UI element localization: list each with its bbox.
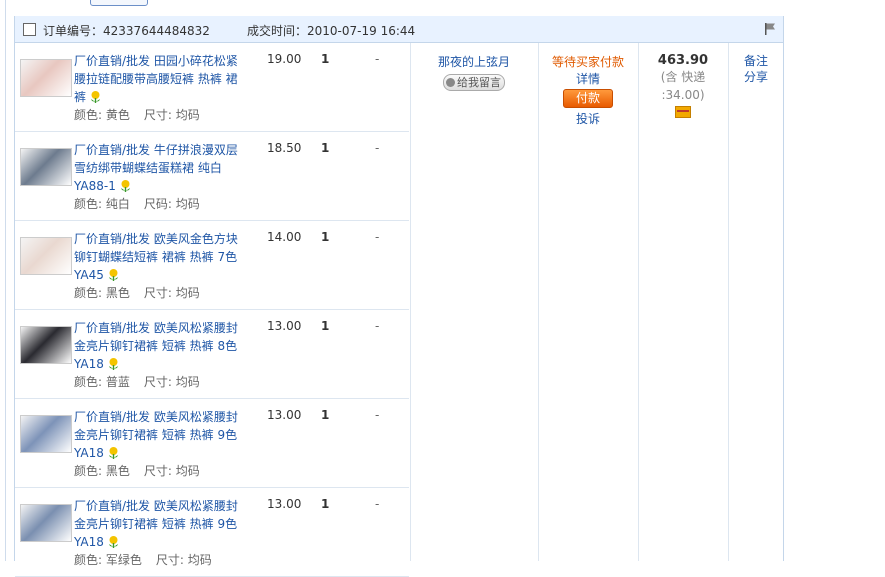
product-title-link[interactable]: 厂价直销/批发 欧美风松紧腰封金亮片铆钉裙裤 短裤 热裤 9色YA18 bbox=[74, 408, 244, 462]
product-title-link[interactable]: 厂价直销/批发 欧美风松紧腰封金亮片铆钉裙裤 短裤 热裤 8色YA18 bbox=[74, 319, 244, 373]
leave-message-button[interactable]: 给我留言 bbox=[443, 74, 505, 91]
order-select-checkbox[interactable] bbox=[23, 23, 36, 36]
flower-icon bbox=[108, 269, 118, 281]
shipping-fee-line2: :34.00) bbox=[661, 88, 705, 102]
product-attributes: 颜色: 黑色 尺寸: 均码 bbox=[74, 464, 200, 478]
unit-price: 19.00 bbox=[267, 52, 302, 66]
quantity: 1 bbox=[321, 319, 330, 333]
product-attributes: 颜色: 军绿色 尺寸: 均码 bbox=[74, 553, 212, 567]
order-time: 成交时间：2010-07-19 16:44 bbox=[247, 24, 416, 38]
buyer-name-link[interactable]: 那夜的上弦月 bbox=[411, 53, 537, 70]
order-number: 订单编号：42337644484832 bbox=[43, 24, 210, 38]
order-item-row: 厂价直销/批发 欧美风金色方块铆钉蝴蝶结短裤 裙裤 热裤 7色YA45 颜色: 黑… bbox=[15, 221, 409, 310]
order-item-row: 厂价直销/批发 欧美风松紧腰封金亮片铆钉裙裤 短裤 热裤 9色YA18 颜色: 军… bbox=[15, 488, 409, 577]
product-title-link[interactable]: 厂价直销/批发 欧美风松紧腰封金亮片铆钉裙裤 短裤 热裤 9色YA18 bbox=[74, 497, 244, 551]
credit-card-icon bbox=[675, 106, 691, 118]
order-block: 订单编号：42337644484832 成交时间：2010-07-19 16:4… bbox=[14, 16, 784, 577]
flower-icon bbox=[108, 447, 118, 459]
total-amount: 463.90 bbox=[657, 53, 709, 68]
product-attributes: 颜色: 普蓝 尺寸: 均码 bbox=[74, 375, 200, 389]
product-thumbnail[interactable] bbox=[20, 415, 72, 453]
complain-link[interactable]: 投诉 bbox=[539, 110, 637, 128]
item-extra: - bbox=[375, 319, 380, 333]
quantity: 1 bbox=[321, 497, 330, 511]
chat-icon bbox=[446, 78, 455, 87]
item-extra: - bbox=[375, 408, 380, 422]
quantity: 1 bbox=[321, 141, 330, 155]
product-title-link[interactable]: 厂价直销/批发 田园小碎花松紧腰拉链配腰带高腰短裤 热裤 裙裤 bbox=[74, 52, 244, 106]
order-item-row: 厂价直销/批发 牛仔拼浪漫双层雪纺绑带蝴蝶结蛋糕裙 纯白YA88-1 颜色: 纯白… bbox=[15, 132, 409, 221]
product-attributes: 颜色: 纯白 尺码: 均码 bbox=[74, 197, 200, 211]
product-attributes: 颜色: 黑色 尺寸: 均码 bbox=[74, 286, 200, 300]
product-thumbnail[interactable] bbox=[20, 59, 72, 97]
product-title-link[interactable]: 厂价直销/批发 欧美风金色方块铆钉蝴蝶结短裤 裙裤 热裤 7色YA45 bbox=[74, 230, 244, 284]
order-item-row: 厂价直销/批发 田园小碎花松紧腰拉链配腰带高腰短裤 热裤 裙裤颜色: 黄色 尺寸:… bbox=[15, 43, 409, 132]
order-header: 订单编号：42337644484832 成交时间：2010-07-19 16:4… bbox=[15, 16, 783, 43]
memo-link[interactable]: 备注 bbox=[729, 53, 783, 69]
quantity: 1 bbox=[321, 408, 330, 422]
share-link[interactable]: 分享 bbox=[729, 69, 783, 85]
quantity: 1 bbox=[321, 230, 330, 244]
total-cell: 463.90 (含 快递 :34.00) bbox=[639, 43, 727, 121]
previous-row-strip bbox=[14, 0, 782, 17]
product-thumbnail[interactable] bbox=[20, 148, 72, 186]
page-left-border bbox=[5, 0, 6, 561]
divider bbox=[410, 43, 411, 561]
flower-icon bbox=[108, 536, 118, 548]
order-detail-link[interactable]: 详情 bbox=[539, 70, 637, 88]
pay-button[interactable]: 付款 bbox=[563, 89, 613, 108]
memo-cell: 备注 分享 bbox=[729, 43, 783, 85]
product-thumbnail[interactable] bbox=[20, 237, 72, 275]
flower-icon bbox=[108, 358, 118, 370]
order-status: 等待买家付款 bbox=[551, 55, 624, 69]
unit-price: 13.00 bbox=[267, 497, 302, 511]
buyer-cell: 那夜的上弦月 给我留言 bbox=[411, 43, 537, 91]
item-extra: - bbox=[375, 52, 380, 66]
product-attributes: 颜色: 黄色 尺寸: 均码 bbox=[74, 108, 200, 122]
quantity: 1 bbox=[321, 52, 330, 66]
prev-action-button[interactable] bbox=[90, 0, 148, 6]
item-extra: - bbox=[375, 141, 380, 155]
divider bbox=[728, 43, 729, 561]
status-cell: 等待买家付款 详情 付款 投诉 bbox=[539, 43, 637, 128]
product-title-link[interactable]: 厂价直销/批发 牛仔拼浪漫双层雪纺绑带蝴蝶结蛋糕裙 纯白YA88-1 bbox=[74, 141, 244, 195]
product-thumbnail[interactable] bbox=[20, 504, 72, 542]
product-thumbnail[interactable] bbox=[20, 326, 72, 364]
unit-price: 14.00 bbox=[267, 230, 302, 244]
order-item-row: 厂价直销/批发 欧美风松紧腰封金亮片铆钉裙裤 短裤 热裤 9色YA18 颜色: 黑… bbox=[15, 399, 409, 488]
flower-icon bbox=[91, 91, 101, 103]
shipping-fee-line1: (含 快递 bbox=[660, 70, 706, 84]
unit-price: 13.00 bbox=[267, 408, 302, 422]
item-extra: - bbox=[375, 230, 380, 244]
unit-price: 13.00 bbox=[267, 319, 302, 333]
item-extra: - bbox=[375, 497, 380, 511]
unit-price: 18.50 bbox=[267, 141, 302, 155]
order-item-row: 厂价直销/批发 欧美风松紧腰封金亮片铆钉裙裤 短裤 热裤 8色YA18 颜色: 普… bbox=[15, 310, 409, 399]
flag-icon[interactable] bbox=[763, 22, 777, 36]
flower-icon bbox=[120, 180, 130, 192]
